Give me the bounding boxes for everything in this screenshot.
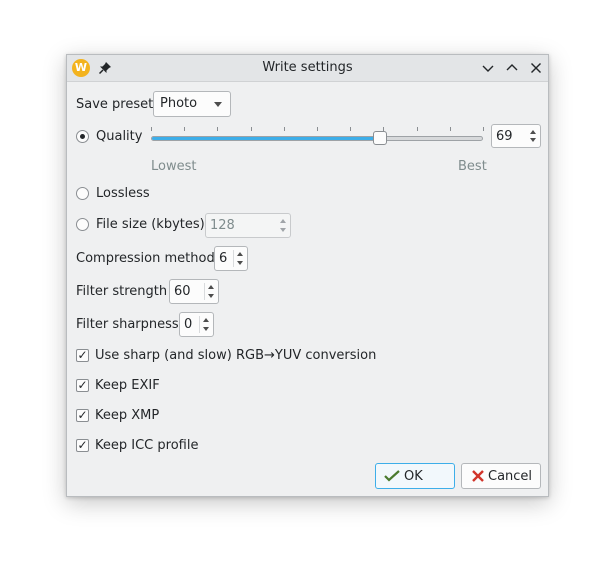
save-preset-value: Photo: [160, 96, 198, 111]
file-size-radio[interactable]: [76, 218, 89, 231]
filter-strength-value: 60: [174, 284, 191, 299]
window-title: Write settings: [262, 60, 353, 75]
quality-label: Quality: [96, 129, 143, 144]
quality-lowest-label: Lowest: [151, 159, 197, 174]
lossless-radio[interactable]: [76, 187, 89, 200]
quality-best-label: Best: [458, 159, 487, 174]
ok-button-label: OK: [404, 469, 423, 484]
spin-up-icon[interactable]: [203, 318, 209, 322]
spin-up-icon[interactable]: [530, 130, 536, 134]
save-preset-label: Save preset: [76, 97, 154, 112]
slider-tick: [184, 127, 186, 131]
spin-down-icon[interactable]: [208, 294, 214, 298]
keep-xmp-checkbox[interactable]: ✓: [76, 409, 89, 422]
save-preset-combobox[interactable]: Photo: [153, 91, 231, 117]
slider-tick: [449, 127, 451, 131]
spin-up-icon[interactable]: [208, 285, 214, 289]
lossless-label: Lossless: [96, 186, 150, 201]
keep-icc-checkbox[interactable]: ✓: [76, 439, 89, 452]
filter-sharpness-label: Filter sharpness: [76, 317, 179, 332]
filter-sharpness-spinbox[interactable]: 0: [179, 312, 214, 337]
keep-xmp-label: Keep XMP: [95, 408, 160, 423]
cancel-button-label: Cancel: [488, 469, 533, 484]
spin-down-icon[interactable]: [530, 138, 536, 142]
slider-tick: [151, 127, 152, 131]
spin-down-icon[interactable]: [203, 327, 209, 331]
spin-up-icon[interactable]: [237, 252, 243, 256]
slider-tick: [317, 127, 318, 131]
slider-tick: [483, 127, 484, 131]
quality-radio[interactable]: [76, 130, 89, 143]
spin-down-icon[interactable]: [280, 228, 286, 232]
slider-tick: [283, 127, 285, 131]
compression-method-value: 6: [219, 251, 228, 266]
quality-slider-fill: [152, 137, 382, 140]
file-size-value: 128: [210, 218, 235, 233]
dropdown-arrow-icon: [214, 102, 222, 107]
slider-tick: [350, 127, 352, 131]
title-bar[interactable]: W Write settings: [67, 55, 548, 82]
compression-method-spinbox[interactable]: 6: [214, 246, 248, 271]
slider-tick: [416, 127, 418, 131]
quality-slider-track[interactable]: [151, 136, 483, 141]
quality-value: 69: [496, 129, 513, 144]
compression-method-label: Compression method: [76, 251, 215, 266]
chevron-up-icon[interactable]: [503, 59, 521, 77]
quality-slider-handle[interactable]: [373, 131, 388, 145]
file-size-label: File size (kbytes): [96, 217, 205, 232]
spin-up-icon[interactable]: [280, 219, 286, 223]
close-icon[interactable]: [527, 59, 545, 77]
keep-exif-label: Keep EXIF: [95, 378, 160, 393]
sharp-yuv-label: Use sharp (and slow) RGB→YUV conversion: [95, 348, 377, 363]
slider-tick: [217, 127, 219, 131]
chevron-down-icon[interactable]: [479, 59, 497, 77]
keep-exif-checkbox[interactable]: ✓: [76, 379, 89, 392]
keep-icc-label: Keep ICC profile: [95, 438, 199, 453]
file-size-spinbox[interactable]: 128: [205, 213, 291, 238]
cancel-button[interactable]: Cancel: [461, 463, 541, 489]
spin-separator: [204, 283, 205, 300]
filter-strength-spinbox[interactable]: 60: [169, 279, 219, 304]
cancel-x-icon: [472, 470, 484, 482]
filter-sharpness-value: 0: [184, 317, 193, 332]
slider-tick: [250, 127, 252, 131]
quality-spinbox[interactable]: 69: [491, 124, 541, 148]
ok-button[interactable]: OK: [375, 463, 455, 489]
spin-separator: [199, 316, 200, 333]
write-settings-dialog: W Write settings Save preset Photo Quali…: [66, 54, 549, 497]
spin-down-icon[interactable]: [237, 261, 243, 265]
sharp-yuv-checkbox[interactable]: ✓: [76, 349, 89, 362]
spin-separator: [233, 250, 234, 267]
checkmark-icon: [384, 470, 400, 482]
filter-strength-label: Filter strength: [76, 284, 168, 299]
